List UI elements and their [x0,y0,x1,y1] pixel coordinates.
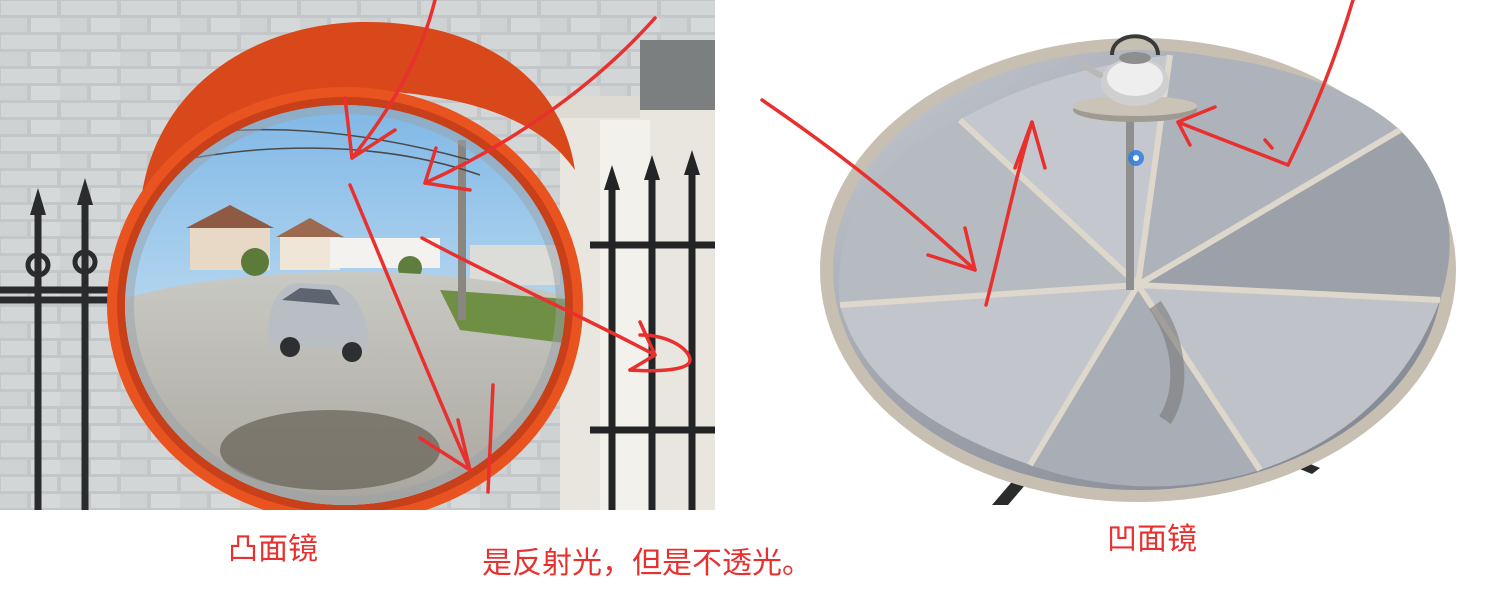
concave-mirror-photo [760,0,1486,520]
caption-concave-mirror: 凹面镜 [1107,522,1197,557]
caption-convex-mirror: 凸面镜 [228,532,318,567]
convex-mirror-photo [0,0,715,510]
caption-reflection-note: 是反射光，但是不透光。 [482,546,812,581]
